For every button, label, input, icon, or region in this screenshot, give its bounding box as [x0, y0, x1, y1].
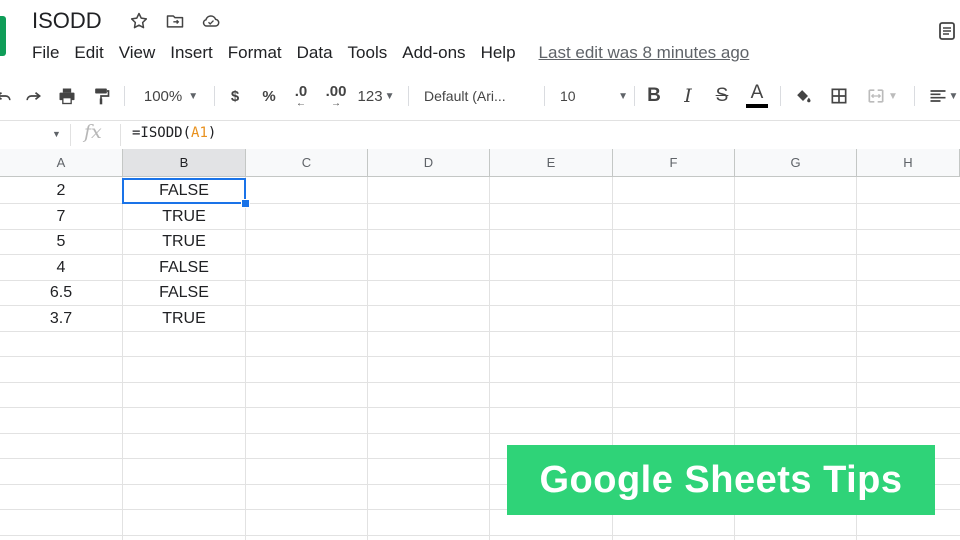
italic-button[interactable]: I	[676, 78, 700, 114]
align-left-icon[interactable]: ▼	[926, 78, 960, 114]
toolbar-divider	[914, 86, 915, 106]
formula-reference: A1	[191, 125, 208, 141]
formula-text-end: )	[207, 125, 217, 141]
star-icon[interactable]	[128, 10, 150, 32]
gridline	[367, 177, 368, 540]
zoom-value: 100%	[143, 87, 183, 105]
gridline	[0, 407, 960, 408]
toolbar-divider	[780, 86, 781, 106]
currency-format-button[interactable]: $	[224, 78, 246, 114]
column-header-g[interactable]: G	[735, 149, 857, 177]
gridline	[0, 535, 960, 536]
print-icon[interactable]	[54, 78, 80, 114]
chevron-down-icon: ▼	[948, 90, 959, 102]
formula-text: =ISODD(	[132, 125, 192, 141]
formula-bar: ▼ fx =ISODD(A1)	[0, 120, 960, 150]
column-header-e[interactable]: E	[490, 149, 613, 177]
chevron-down-icon: ▼	[384, 90, 395, 102]
comments-icon[interactable]	[938, 20, 956, 42]
borders-icon[interactable]	[826, 78, 852, 114]
name-box-dropdown-icon[interactable]: ▼	[52, 129, 61, 139]
document-title[interactable]: ISODD	[32, 6, 102, 36]
merge-cells-icon[interactable]: ▼	[860, 78, 904, 114]
text-color-swatch	[746, 104, 768, 108]
font-family-select[interactable]: Default (Ari...	[420, 78, 540, 114]
menu-format[interactable]: Format	[228, 43, 282, 63]
toolbar-divider	[544, 86, 545, 106]
column-header-a[interactable]: A	[0, 149, 123, 177]
gridline	[0, 433, 960, 434]
cell-a1[interactable]: 2	[0, 178, 122, 203]
gridline	[489, 177, 490, 540]
more-formats-label: 123	[357, 87, 383, 105]
fx-icon: fx	[84, 121, 102, 143]
column-header-b[interactable]: B	[123, 149, 246, 177]
strikethrough-button[interactable]: S	[710, 78, 734, 114]
cell-a4[interactable]: 4	[0, 255, 122, 280]
font-size-value: 10	[560, 88, 576, 104]
last-edit-link[interactable]: Last edit was 8 minutes ago	[539, 43, 750, 63]
increase-decimals-button[interactable]: .00 →	[322, 78, 350, 114]
font-family-value: Default (Ari...	[424, 88, 506, 104]
menu-edit[interactable]: Edit	[74, 43, 103, 63]
toolbar-divider	[634, 86, 635, 106]
menu-bar: File Edit View Insert Format Data Tools …	[32, 40, 749, 66]
formula-input[interactable]: =ISODD(A1)	[132, 125, 216, 141]
fill-handle[interactable]	[241, 199, 250, 208]
move-folder-icon[interactable]	[164, 10, 186, 32]
fill-color-icon[interactable]	[790, 78, 816, 114]
paint-format-icon[interactable]	[88, 78, 114, 114]
cell-b6[interactable]: TRUE	[123, 306, 245, 331]
menu-view[interactable]: View	[119, 43, 156, 63]
menu-addons[interactable]: Add-ons	[402, 43, 465, 63]
undo-icon[interactable]	[0, 78, 14, 114]
cell-b5[interactable]: FALSE	[123, 280, 245, 305]
cell-selection	[122, 178, 246, 204]
sheets-logo[interactable]	[0, 16, 6, 56]
column-header-f[interactable]: F	[613, 149, 735, 177]
cell-b4[interactable]: FALSE	[123, 255, 245, 280]
menu-data[interactable]: Data	[297, 43, 333, 63]
tips-banner: Google Sheets Tips	[507, 445, 935, 515]
redo-icon[interactable]	[20, 78, 46, 114]
cell-a2[interactable]: 7	[0, 204, 122, 229]
cell-b3[interactable]: TRUE	[123, 229, 245, 254]
cell-b2[interactable]: TRUE	[123, 204, 245, 229]
toolbar-divider	[124, 86, 125, 106]
column-header-c[interactable]: C	[246, 149, 368, 177]
formula-divider	[120, 124, 121, 146]
decrease-decimals-button[interactable]: .0 ←	[288, 78, 314, 114]
chevron-down-icon: ▼	[188, 90, 199, 102]
menu-file[interactable]: File	[32, 43, 59, 63]
gridline	[0, 356, 960, 357]
toolbar-divider	[214, 86, 215, 106]
formula-divider	[70, 124, 71, 146]
cell-a3[interactable]: 5	[0, 229, 122, 254]
column-header-h[interactable]: H	[857, 149, 960, 177]
arrow-left-icon: ←	[296, 98, 306, 109]
chevron-down-icon: ▼	[618, 90, 628, 102]
menu-tools[interactable]: Tools	[348, 43, 388, 63]
toolbar: 100% ▼ $ % .0 ← .00 → 123 ▼ Default (Ari…	[0, 78, 960, 114]
arrow-right-icon: →	[331, 98, 341, 109]
bold-button[interactable]: B	[642, 78, 666, 114]
cloud-status-icon[interactable]	[200, 10, 222, 32]
column-header-d[interactable]: D	[368, 149, 490, 177]
text-color-button[interactable]: A	[744, 78, 770, 114]
menu-insert[interactable]: Insert	[170, 43, 213, 63]
gridline	[0, 382, 960, 383]
chevron-down-icon: ▼	[888, 90, 898, 102]
cell-a6[interactable]: 3.7	[0, 306, 122, 331]
gridline	[245, 177, 246, 540]
menu-help[interactable]: Help	[481, 43, 516, 63]
gridline	[0, 331, 960, 332]
more-formats-button[interactable]: 123 ▼	[356, 78, 396, 114]
toolbar-divider	[408, 86, 409, 106]
font-size-select[interactable]: 10 ▼	[556, 78, 628, 114]
cell-a5[interactable]: 6.5	[0, 280, 122, 305]
text-color-label: A	[750, 82, 764, 103]
percent-format-button[interactable]: %	[258, 78, 280, 114]
zoom-select[interactable]: 100% ▼	[136, 78, 206, 114]
